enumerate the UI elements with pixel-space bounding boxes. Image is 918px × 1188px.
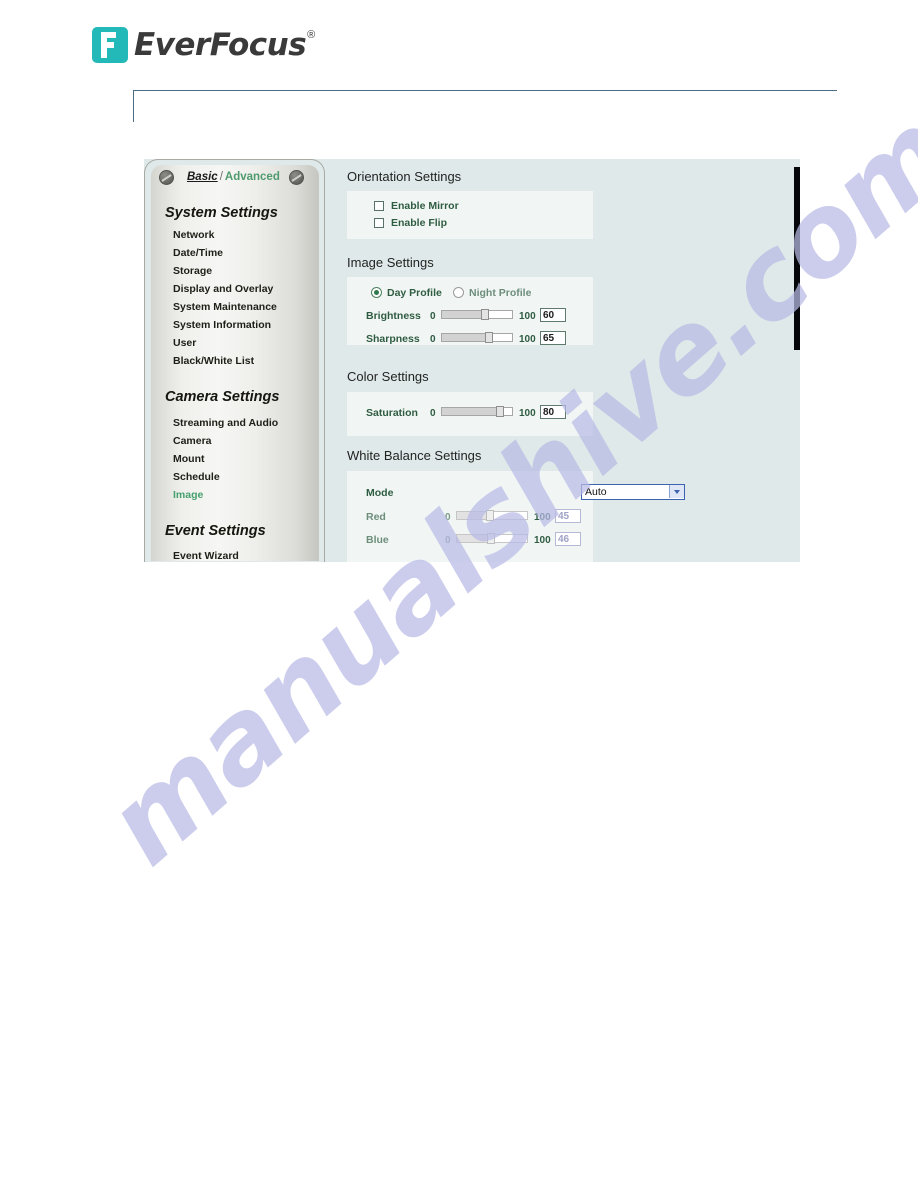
chevron-down-icon[interactable] <box>669 485 684 499</box>
sharpness-min: 0 <box>430 334 436 345</box>
sidebar-item-network[interactable]: Network <box>173 229 214 241</box>
wb-blue-thumb[interactable] <box>487 533 495 544</box>
sidebar-item-streaming-and-audio[interactable]: Streaming and Audio <box>173 417 278 429</box>
nav-group-camera-settings: Camera Settings <box>165 389 280 405</box>
wb-red-fill <box>457 512 487 519</box>
wb-mode-dropdown[interactable]: Auto <box>581 484 685 500</box>
sidebar-item-image[interactable]: Image <box>173 489 203 501</box>
tab-separator: / <box>219 171 223 183</box>
sidebar-item-black-white-list[interactable]: Black/White List <box>173 355 254 367</box>
sidebar-item-camera[interactable]: Camera <box>173 435 212 447</box>
sharpness-slider[interactable] <box>441 332 513 343</box>
brightness-min: 0 <box>430 311 436 322</box>
image-settings-title: Image Settings <box>347 255 434 270</box>
sidebar-item-display-and-overlay[interactable]: Display and Overlay <box>173 283 273 295</box>
brightness-value[interactable]: 60 <box>540 308 566 322</box>
brightness-slider[interactable] <box>441 309 513 320</box>
nav-group-system-settings: System Settings <box>165 205 278 221</box>
camera-preview[interactable] <box>794 167 800 350</box>
enable-mirror-label: Enable Mirror <box>391 200 459 212</box>
wb-blue-slider[interactable] <box>456 533 528 544</box>
brand-name: EverFocus <box>134 27 307 63</box>
everfocus-f-icon <box>92 27 128 63</box>
mode-tabs: Basic / Advanced <box>187 171 280 183</box>
saturation-thumb[interactable] <box>496 406 504 417</box>
wb-blue-value[interactable]: 46 <box>555 532 581 546</box>
saturation-value[interactable]: 80 <box>540 405 566 419</box>
night-profile-radio[interactable] <box>453 287 464 298</box>
wb-mode-selected-value: Auto <box>585 486 607 498</box>
day-profile-radio[interactable] <box>371 287 382 298</box>
sidebar-item-date-time[interactable]: Date/Time <box>173 247 223 259</box>
wb-blue-fill <box>457 535 488 542</box>
wb-blue-max: 100 <box>534 535 551 546</box>
wb-red-label: Red <box>366 511 386 523</box>
sidebar-item-system-information[interactable]: System Information <box>173 319 271 331</box>
wb-red-value[interactable]: 45 <box>555 509 581 523</box>
screw-icon-left <box>159 170 174 185</box>
wb-red-slider[interactable] <box>456 510 528 521</box>
brightness-fill <box>442 311 482 318</box>
saturation-fill <box>442 408 497 415</box>
enable-flip-checkbox[interactable] <box>374 218 384 228</box>
camera-web-ui-screenshot: Basic / Advanced System Settings Network D… <box>144 159 800 562</box>
wb-red-thumb[interactable] <box>486 510 494 521</box>
sidebar-item-mount[interactable]: Mount <box>173 453 205 465</box>
wb-red-max: 100 <box>534 512 551 523</box>
sidebar-item-storage[interactable]: Storage <box>173 265 212 277</box>
header-rule <box>133 90 837 122</box>
saturation-min: 0 <box>430 408 436 419</box>
brightness-thumb[interactable] <box>481 309 489 320</box>
tab-advanced[interactable]: Advanced <box>225 171 280 183</box>
sidebar-item-schedule[interactable]: Schedule <box>173 471 220 483</box>
sidebar-item-system-maintenance[interactable]: System Maintenance <box>173 301 277 313</box>
tab-basic[interactable]: Basic <box>187 171 218 183</box>
saturation-max: 100 <box>519 408 536 419</box>
sharpness-max: 100 <box>519 334 536 345</box>
sharpness-value[interactable]: 65 <box>540 331 566 345</box>
sharpness-label: Sharpness <box>366 333 420 345</box>
brightness-max: 100 <box>519 311 536 322</box>
orientation-panel <box>347 191 593 239</box>
enable-mirror-checkbox[interactable] <box>374 201 384 211</box>
live-preview-area <box>794 167 800 357</box>
day-profile-label: Day Profile <box>387 287 442 299</box>
wb-blue-label: Blue <box>366 534 389 546</box>
sharpness-fill <box>442 334 486 341</box>
wb-red-min: 0 <box>445 512 451 523</box>
screw-icon-right <box>289 170 304 185</box>
sidebar-item-event-wizard[interactable]: Event Wizard <box>173 550 239 562</box>
brand-logo: EverFocus ® <box>92 27 315 63</box>
main-content: Orientation Settings Enable Mirror Enabl… <box>325 159 800 562</box>
brightness-label: Brightness <box>366 310 421 322</box>
saturation-label: Saturation <box>366 407 418 419</box>
orientation-settings-title: Orientation Settings <box>347 169 462 184</box>
color-settings-title: Color Settings <box>347 369 429 384</box>
wb-blue-min: 0 <box>445 535 451 546</box>
wb-mode-label: Mode <box>366 487 394 499</box>
sidebar-item-user[interactable]: User <box>173 337 196 349</box>
registered-mark: ® <box>307 29 316 41</box>
enable-flip-label: Enable Flip <box>391 217 448 229</box>
saturation-slider[interactable] <box>441 406 513 417</box>
night-profile-label: Night Profile <box>469 287 532 299</box>
nav-group-event-settings: Event Settings <box>165 523 266 539</box>
sharpness-thumb[interactable] <box>485 332 493 343</box>
white-balance-settings-title: White Balance Settings <box>347 448 482 463</box>
sidebar: Basic / Advanced System Settings Network D… <box>144 159 325 562</box>
